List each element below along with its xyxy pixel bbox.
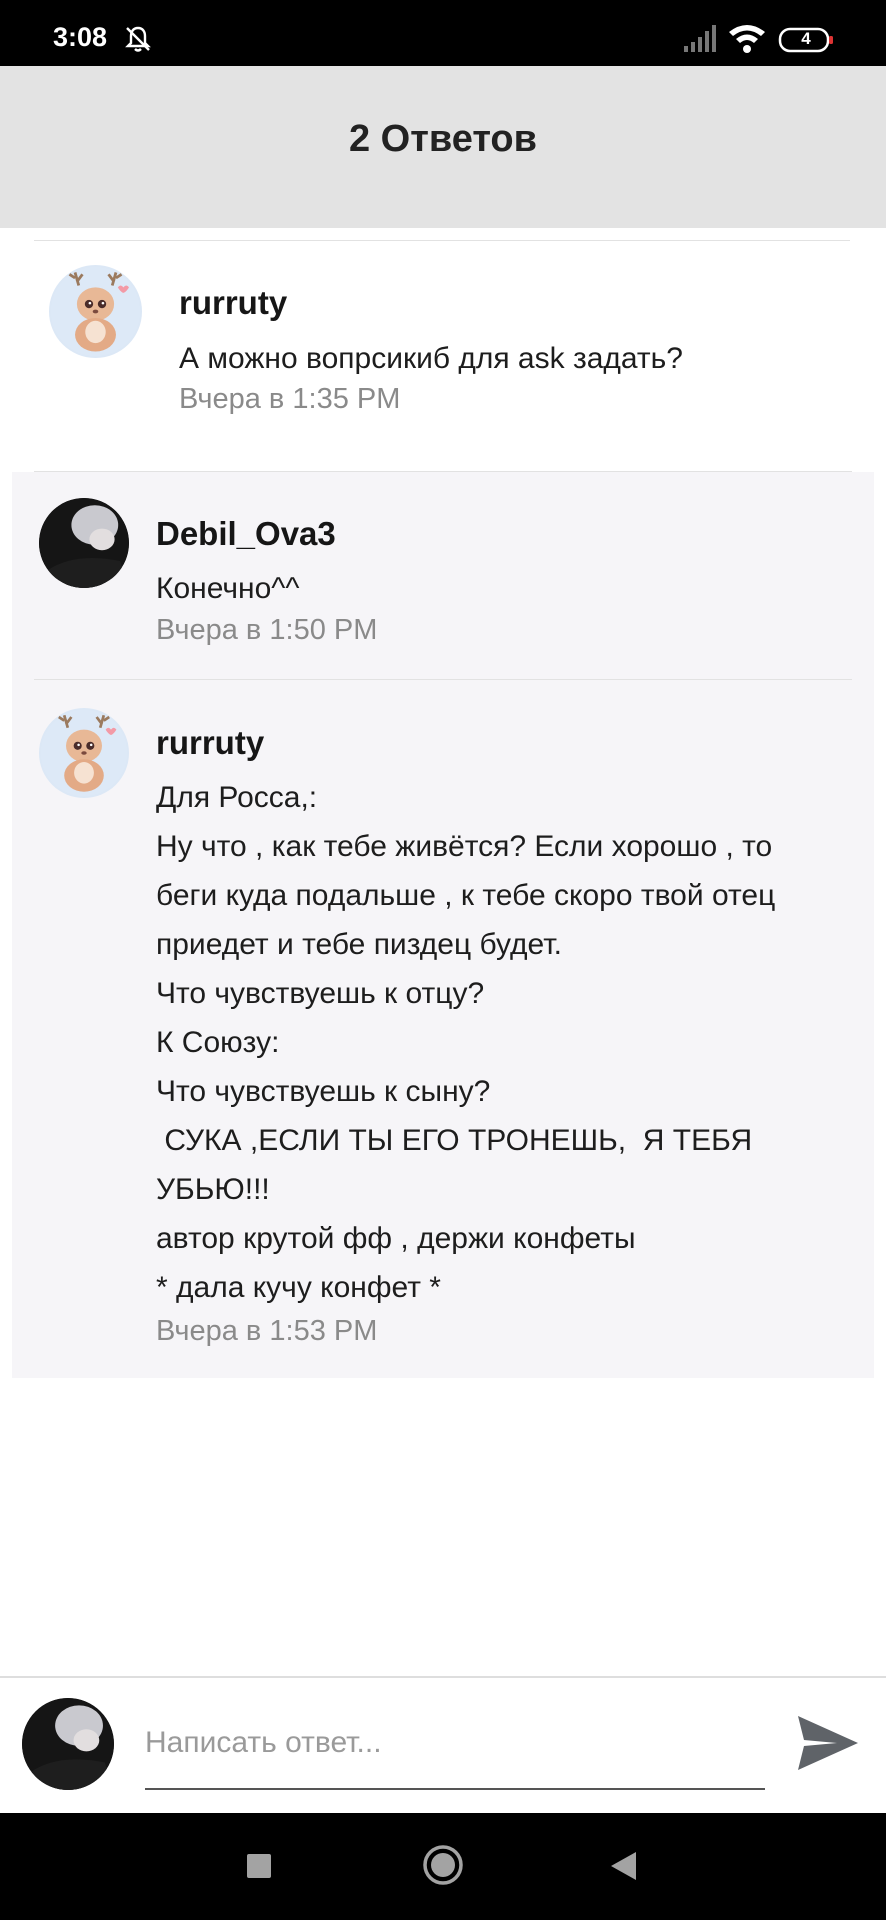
reply-text: Для Росса,: Ну что , как тебе живётся? Е…	[156, 773, 846, 1312]
status-bar: 3:08 4	[0, 0, 886, 66]
reply-line: УБЬЮ!!!	[156, 1173, 270, 1206]
avatar[interactable]	[49, 265, 142, 358]
comment-author[interactable]: rurruty	[179, 284, 287, 322]
reply-line: беги куда подальше , к тебе скоро твой о…	[156, 879, 776, 912]
reply-line: автор крутой фф , держи конфеты	[156, 1222, 636, 1255]
reply-line: * дала кучу конфет *	[156, 1271, 441, 1304]
divider	[34, 679, 852, 680]
comment-time: Вчера в 1:35 PM	[179, 383, 401, 415]
wifi-icon	[729, 25, 765, 53]
reply-line: Ну что , как тебе живётся? Если хорошо ,…	[156, 830, 773, 863]
reply-line: К Союзу:	[156, 1026, 280, 1059]
bell-muted-icon	[125, 26, 151, 52]
home-icon[interactable]	[422, 1844, 464, 1886]
reply-line: Что чувствуешь к сыну?	[156, 1075, 491, 1108]
status-time: 3:08	[53, 22, 108, 52]
battery-level: 4	[801, 29, 811, 48]
reply-line: СУКА ,ЕСЛИ ТЫ ЕГО ТРОНЕШЬ, Я ТЕБЯ	[156, 1124, 753, 1157]
divider	[34, 471, 852, 472]
header: 2 Ответов	[0, 66, 886, 228]
reply-line: Что чувствуешь к отцу?	[156, 977, 485, 1010]
user-avatar[interactable]	[22, 1698, 114, 1790]
reply-line: приедет и тебе пиздец будет.	[156, 928, 562, 961]
comment-text: А можно вопрсикиб для ask задать?	[179, 342, 683, 375]
reply-input[interactable]: Написать ответ...	[145, 1700, 765, 1790]
reply-text: Конечно^^	[156, 572, 300, 605]
signal-icon	[684, 25, 716, 52]
reply-time: Вчера в 1:50 PM	[156, 614, 378, 646]
divider	[34, 240, 850, 241]
send-icon[interactable]	[795, 1710, 861, 1776]
reply-author[interactable]: Debil_Ova3	[156, 515, 336, 553]
reply-line: Для Росса,:	[156, 781, 318, 814]
avatar[interactable]	[39, 708, 129, 798]
recent-apps-icon[interactable]	[247, 1854, 271, 1878]
reply-time: Вчера в 1:53 PM	[156, 1315, 378, 1347]
avatar[interactable]	[39, 498, 129, 588]
back-icon[interactable]	[608, 1850, 638, 1882]
page-title: 2 Ответов	[348, 118, 538, 160]
reply-author[interactable]: rurruty	[156, 724, 264, 762]
